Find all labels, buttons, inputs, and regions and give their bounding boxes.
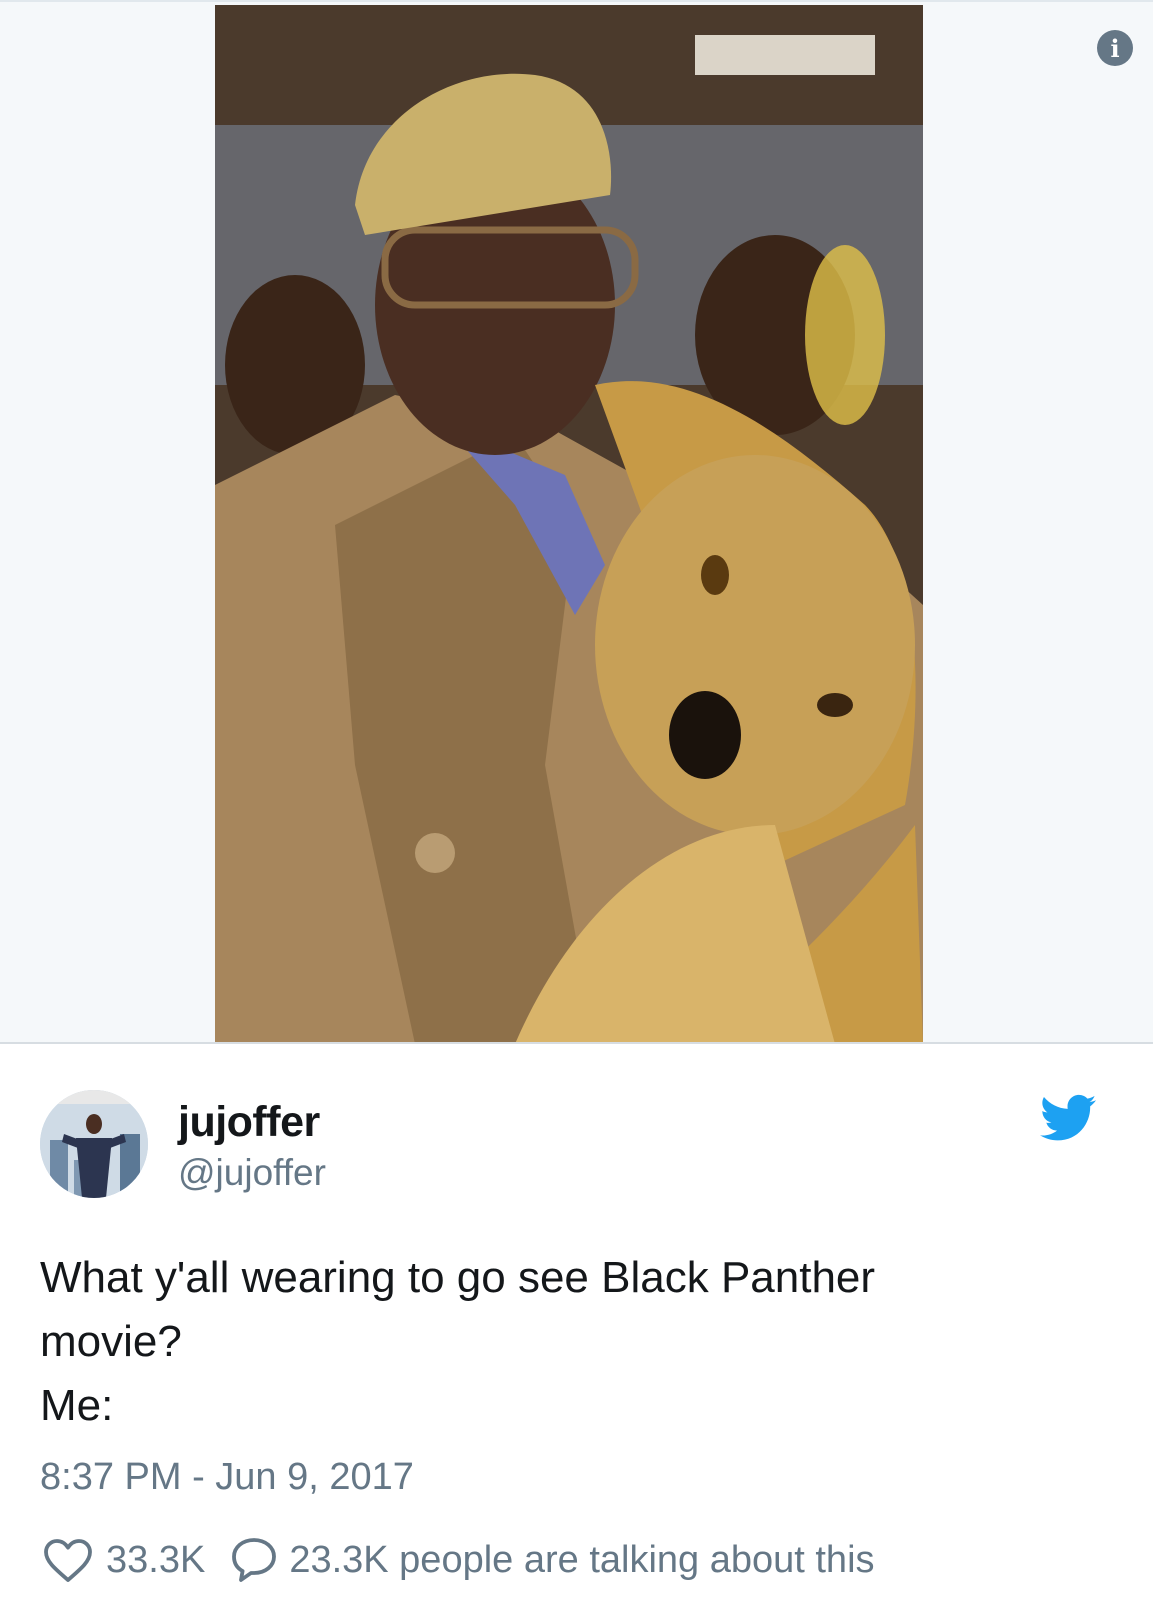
tweet-photo[interactable] — [215, 5, 923, 1044]
twitter-bird-icon[interactable] — [1040, 1094, 1096, 1142]
tweet-text-line: movie? — [40, 1317, 182, 1366]
avatar[interactable] — [40, 1090, 148, 1198]
tweet-media: i — [0, 0, 1153, 1044]
heart-icon[interactable] — [42, 1536, 94, 1584]
talking-count-link[interactable]: 23.3K people are talking about this — [289, 1539, 874, 1582]
tweet-text: What y'all wearing to go see Black Panth… — [40, 1246, 1040, 1438]
likes-count[interactable]: 33.3K — [106, 1539, 205, 1582]
tweet-timestamp[interactable]: 8:37 PM - Jun 9, 2017 — [40, 1456, 414, 1499]
display-name[interactable]: jujoffer — [178, 1098, 320, 1147]
media-divider — [0, 1042, 1153, 1044]
tweet-text-line: Me: — [40, 1381, 114, 1430]
photo-illustration — [215, 5, 923, 1044]
user-handle[interactable]: @jujoffer — [178, 1152, 326, 1194]
avatar-image — [40, 1090, 148, 1198]
info-glyph: i — [1110, 33, 1120, 63]
tweet-actions: 33.3K 23.3K people are talking about thi… — [42, 1532, 875, 1588]
info-icon[interactable]: i — [1097, 30, 1133, 66]
tweet-text-line: What y'all wearing to go see Black Panth… — [40, 1253, 876, 1302]
speech-bubble-icon[interactable] — [229, 1535, 279, 1585]
